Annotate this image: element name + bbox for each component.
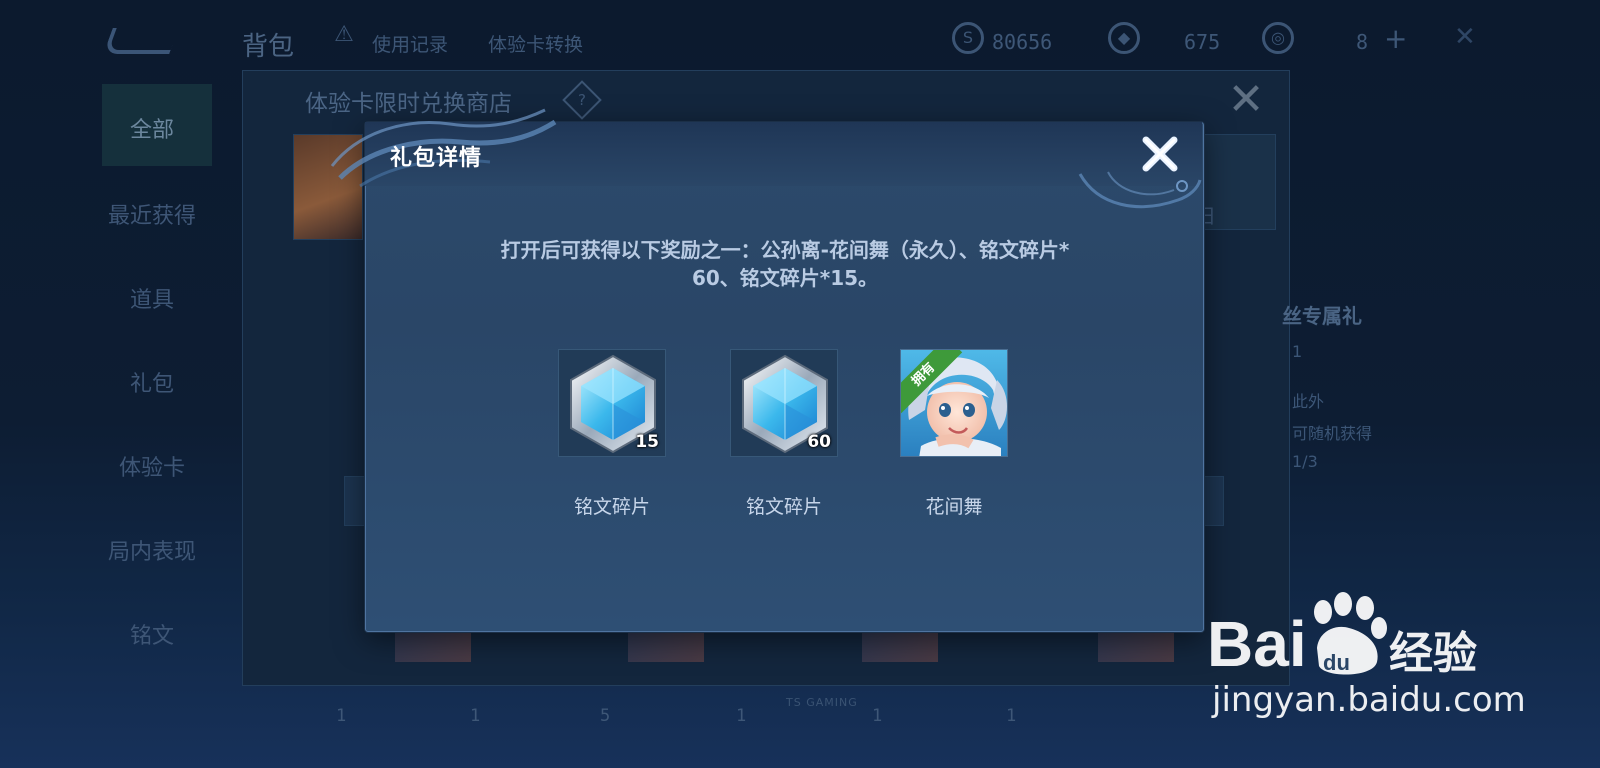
diamond-icon: ◆	[1108, 22, 1140, 54]
reward-item[interactable]: 60	[730, 349, 838, 457]
bottom-tag: TS GAMING	[786, 696, 858, 709]
svg-text:Bai: Bai	[1207, 608, 1307, 680]
item-count: 5	[600, 706, 611, 726]
description-line: 60、铭文碎片*15。	[691, 266, 879, 290]
add-token-icon[interactable]: +	[1384, 22, 1407, 55]
item-count: 1	[1006, 706, 1017, 726]
reward-count: 60	[807, 432, 831, 452]
reward-description: 打开后可获得以下奖励之一：公孙离-花间舞（永久）、铭文碎片* 60、铭文碎片*1…	[420, 236, 1150, 292]
settings-icon[interactable]: ✕	[1454, 22, 1476, 52]
item-count: 1	[872, 706, 883, 726]
item-count: 1	[470, 706, 481, 726]
reward-name: 花间舞	[925, 496, 983, 518]
reward-item[interactable]: 15	[558, 349, 666, 457]
sidebar-item-gift[interactable]: 礼包	[92, 366, 212, 398]
sidebar-item-all[interactable]: 全部	[92, 112, 212, 144]
item-count: 1	[336, 706, 347, 726]
bag-title: 背包	[242, 32, 295, 62]
reward-icon-frame: 拥有	[900, 349, 1008, 457]
right-panel-line: 1/3	[1292, 452, 1318, 471]
reward-item[interactable]: 拥有	[900, 349, 1008, 457]
sidebar-item-recent[interactable]: 最近获得	[92, 198, 212, 230]
close-icon[interactable]	[1138, 132, 1182, 176]
description-line: 打开后可获得以下奖励之一：公孙离-花间舞（永久）、铭文碎片*	[500, 238, 1070, 262]
sidebar-item-in-game[interactable]: 局内表现	[92, 534, 212, 566]
top-bar: 背包 ⚠ 使用记录 体验卡转换 S 80656 ◆ 675 ◎ 8 + ✕	[0, 0, 1600, 80]
token-icon: ◎	[1262, 22, 1294, 54]
reward-name: 铭文碎片	[745, 496, 822, 518]
usage-record-link[interactable]: 使用记录	[372, 30, 448, 57]
right-panel-heading: 丝专属礼	[1282, 304, 1362, 328]
coin-count: 80656	[992, 30, 1053, 54]
reward-icon-frame: 15	[558, 349, 666, 457]
diamond-count: 675	[1184, 30, 1221, 54]
coin-icon: S	[952, 22, 984, 54]
baidu-jingyan-logo: Bai du 经验	[1207, 592, 1477, 680]
right-panel-line: 此外	[1292, 392, 1325, 411]
back-arrow-icon[interactable]	[103, 28, 179, 54]
sidebar-item-props[interactable]: 道具	[92, 282, 212, 314]
token-count: 8	[1356, 30, 1369, 54]
corner-swirl-decoration	[1078, 171, 1202, 209]
right-panel-line: 1	[1292, 342, 1303, 361]
sidebar-item-inscription[interactable]: 铭文	[92, 618, 212, 650]
reward-icon-frame: 60	[730, 349, 838, 457]
sidebar-item-trial-card[interactable]: 体验卡	[92, 450, 212, 482]
trial-card-convert-link[interactable]: 体验卡转换	[488, 30, 583, 57]
svg-text:经验: 经验	[1389, 628, 1477, 679]
watermark-url: jingyan.baidu.com	[1212, 680, 1526, 720]
reward-name: 铭文碎片	[573, 496, 650, 518]
item-count: 1	[736, 706, 747, 726]
shop-close-icon[interactable]: ✕	[1226, 78, 1266, 122]
right-panel-line: 可随机获得	[1292, 424, 1373, 443]
record-icon: ⚠	[334, 22, 354, 47]
svg-text:du: du	[1323, 650, 1350, 675]
reward-count: 15	[635, 432, 659, 452]
modal-title: 礼包详情	[390, 146, 483, 171]
